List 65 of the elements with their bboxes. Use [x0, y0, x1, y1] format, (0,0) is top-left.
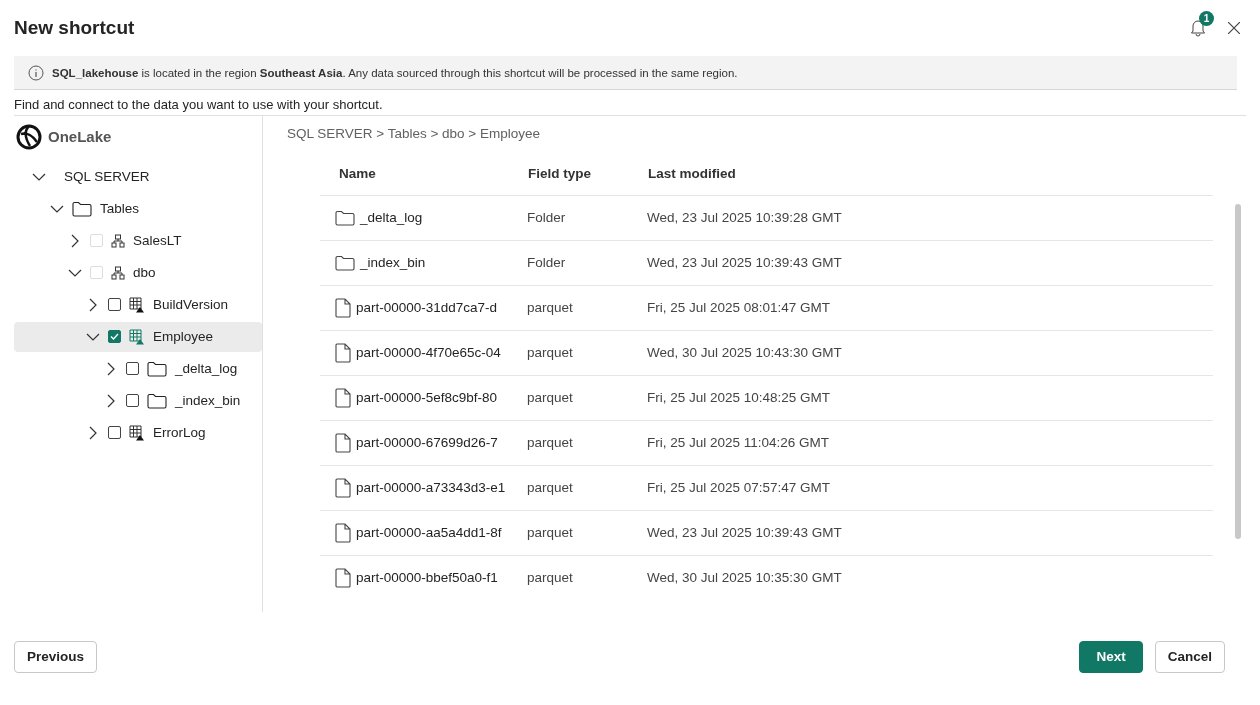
table-icon	[129, 424, 145, 441]
file-name[interactable]: part-00000-aa5a4dd1-8f	[356, 525, 502, 541]
column-header[interactable]: Name	[320, 165, 510, 181]
file-name[interactable]: part-00000-5ef8c9bf-80	[356, 390, 498, 406]
tree-item[interactable]: Tables	[14, 193, 262, 224]
table-icon	[129, 328, 145, 345]
tree-item[interactable]: SQL SERVER	[14, 161, 262, 192]
notification-badge: 1	[1199, 11, 1214, 27]
table-cell-text: Fri, 25 Jul 2025 08:01:47 GMT	[646, 300, 832, 316]
hierarchy-icon	[111, 233, 125, 248]
folder-icon	[72, 200, 92, 217]
folder-icon	[335, 254, 355, 271]
notifications-button[interactable]: 1	[1188, 11, 1214, 40]
bell-icon	[1190, 19, 1206, 38]
folder-icon	[335, 209, 355, 226]
folder-icon	[147, 360, 167, 377]
info-icon	[28, 64, 44, 81]
onelake-logo-icon	[16, 123, 42, 150]
file-icon	[335, 297, 351, 318]
dialog-title: New shortcut	[14, 17, 135, 40]
hierarchy-icon	[111, 265, 125, 280]
primary-button[interactable]: Next	[1079, 640, 1143, 673]
scrollbar[interactable]	[1235, 203, 1241, 539]
table-cell-text: parquet	[526, 390, 574, 406]
secondary-button[interactable]: Cancel	[1154, 640, 1225, 673]
secondary-button[interactable]: Previous	[14, 640, 98, 673]
table-cell-text: Folder	[526, 210, 567, 226]
table-cell-text: parquet	[526, 300, 574, 316]
file-name[interactable]: _index_bin	[360, 255, 426, 271]
table-cell-text: Wed, 30 Jul 2025 10:43:30 GMT	[646, 345, 843, 361]
table-icon	[129, 296, 145, 313]
instruction-text: Find and connect to the data you want to use with your shortcut.	[14, 89, 1246, 116]
file-icon	[335, 387, 351, 408]
table-cell-text: Wed, 23 Jul 2025 10:39:28 GMT	[646, 210, 843, 226]
table-cell-text: parquet	[526, 525, 574, 541]
close-button[interactable]	[1226, 20, 1242, 37]
table-cell-text: parquet	[526, 570, 574, 586]
file-name[interactable]: part-00000-67699d26-7	[356, 435, 498, 451]
file-name[interactable]: part-00000-4f70e65c-04	[356, 345, 501, 361]
file-name[interactable]: _delta_log	[360, 210, 423, 226]
file-icon	[335, 522, 351, 543]
table-cell-text: Fri, 25 Jul 2025 07:57:47 GMT	[646, 480, 832, 496]
file-name[interactable]: part-00000-bbef50a0-f1	[356, 570, 498, 586]
table-cell-text: Fri, 25 Jul 2025 10:48:25 GMT	[646, 390, 832, 406]
file-icon	[335, 342, 351, 363]
banner-text: SQL_lakehouse is located in the region Southeast Asia. Any data sourced through this shortcut will be processed in the same region.	[52, 66, 738, 79]
table-cell-text: Wed, 23 Jul 2025 10:39:43 GMT	[646, 255, 843, 271]
table-cell-text: parquet	[526, 480, 574, 496]
file-name[interactable]: part-00000-a73343d3-e1	[356, 480, 506, 496]
file-icon	[335, 567, 351, 588]
column-header[interactable]: Last modified	[630, 165, 1213, 181]
table-cell-text: Fri, 25 Jul 2025 11:04:26 GMT	[646, 435, 831, 451]
file-name[interactable]: part-00000-31dd7ca7-d	[356, 300, 498, 316]
file-icon	[335, 432, 351, 453]
table-cell-text: Folder	[526, 255, 567, 271]
table-cell-text: parquet	[526, 345, 574, 361]
table-cell-text: Wed, 23 Jul 2025 10:39:43 GMT	[646, 525, 843, 541]
close-icon	[1228, 22, 1240, 35]
folder-icon	[147, 392, 167, 409]
file-icon	[335, 477, 351, 498]
breadcrumb: SQL SERVER > Tables > dbo > Employee	[287, 124, 542, 143]
brand-name: OneLake	[48, 128, 112, 146]
column-header[interactable]: Field type	[510, 165, 630, 181]
table-cell-text: Wed, 30 Jul 2025 10:35:30 GMT	[646, 570, 843, 586]
table-cell-text: parquet	[526, 435, 574, 451]
